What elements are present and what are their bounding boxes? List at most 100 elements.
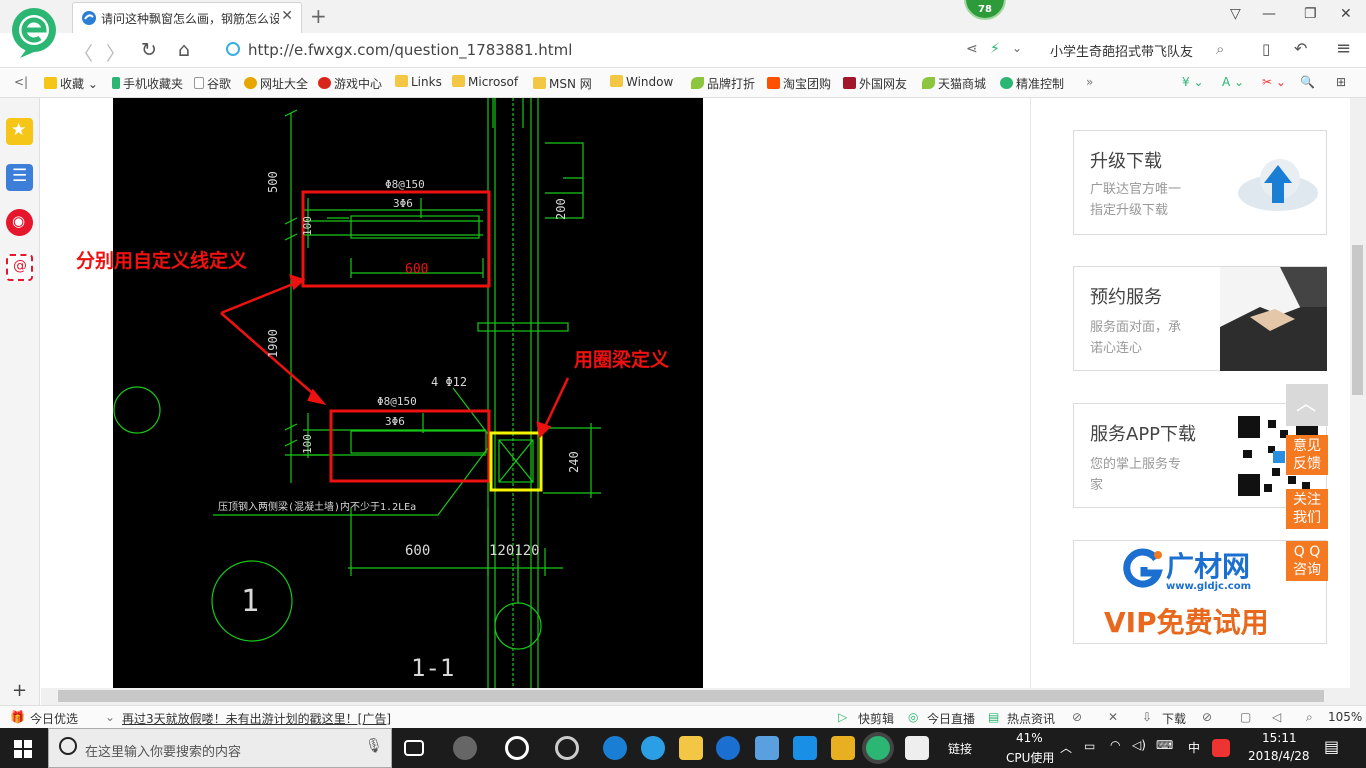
bookmark-item[interactable]: 网址大全 <box>244 75 308 92</box>
follow-label: 关注 <box>1293 492 1321 508</box>
menu-icon[interactable]: ≡ <box>1336 38 1351 59</box>
microphone-icon[interactable]: 🎙 <box>365 738 383 754</box>
ime-indicator[interactable]: 中 <box>1188 739 1200 756</box>
follow-us-button[interactable]: 关注 我们 <box>1286 489 1328 529</box>
bookmark-item[interactable]: 游戏中心 <box>318 75 382 92</box>
zoom-search-icon[interactable]: 🔍 <box>1300 75 1315 89</box>
mobile-icon[interactable]: ▯ <box>1262 40 1270 58</box>
title-bar: 请问这种飘窗怎么画，钢筋怎么设置 ✕ + 78 ▽ — ❐ ✕ <box>0 0 1366 33</box>
bookmark-item[interactable]: 淘宝团购 <box>767 75 831 92</box>
share-icon[interactable]: ⋖ <box>966 41 978 57</box>
bookmark-item[interactable]: 天猫商城 <box>922 75 986 92</box>
edge-icon[interactable] <box>603 736 627 760</box>
mode-dropdown-icon[interactable]: ⌄ <box>1012 41 1022 55</box>
speed-mode-icon[interactable]: ⚡ <box>990 41 1000 57</box>
window-icon[interactable]: ▢ <box>1240 710 1251 724</box>
home-icon[interactable]: ⌂ <box>178 39 190 61</box>
clock-date[interactable]: 2018/4/28 <box>1248 749 1310 763</box>
today-picks-link[interactable]: 今日优选 <box>30 710 78 727</box>
speed-icon[interactable]: ⊘ <box>1072 710 1082 724</box>
money-icon[interactable]: ¥ ⌄ <box>1182 75 1204 89</box>
task-view-icon[interactable] <box>404 740 424 756</box>
notepad-app-icon[interactable] <box>831 736 855 760</box>
apps-grid-icon[interactable]: ⊞ <box>1336 75 1346 89</box>
swirl-app-icon[interactable] <box>555 736 579 760</box>
tray-expand-icon[interactable]: ︿ <box>1060 739 1072 756</box>
more-bookmarks-icon[interactable]: » <box>1086 75 1093 89</box>
sidebar-toggle-icon[interactable]: <| <box>14 75 28 89</box>
add-sidebar-icon[interactable]: + <box>12 680 27 701</box>
translate-icon[interactable]: A ⌄ <box>1222 75 1244 89</box>
download-link[interactable]: 下载 <box>1162 710 1186 727</box>
wifi-icon[interactable]: ◠ <box>1110 738 1120 752</box>
action-center-icon[interactable]: ▤ <box>1324 737 1339 756</box>
keyboard-icon[interactable]: ⌨ <box>1156 738 1173 752</box>
bookmark-item[interactable]: 品牌打折 <box>691 75 755 92</box>
clock-time[interactable]: 15:11 <box>1262 731 1297 745</box>
search-box-text[interactable]: 小学生奇葩招式带飞队友 <box>1050 41 1193 60</box>
browser-tab[interactable]: 请问这种飘窗怎么画，钢筋怎么设置 ✕ <box>72 2 302 33</box>
browser-logo-icon[interactable] <box>10 6 58 58</box>
reader-list-icon[interactable]: ☰ <box>6 164 33 191</box>
mail-icon[interactable]: @ <box>6 254 33 281</box>
bookmark-item[interactable]: Microsof <box>452 75 518 89</box>
screenshot-icon[interactable]: ✂ ⌄ <box>1262 75 1286 89</box>
bookmark-item[interactable]: 谷歌 <box>194 75 231 92</box>
clean-icon[interactable]: ⊘ <box>1202 710 1212 724</box>
live-link[interactable]: 今日直播 <box>927 710 975 727</box>
new-tab-icon[interactable]: + <box>310 4 327 28</box>
appointment-service-card[interactable]: 预约服务 服务面对面，承 诺心连心 <box>1073 266 1327 371</box>
skin-icon[interactable]: ▽ <box>1230 6 1241 22</box>
feedback-button[interactable]: 意见 反馈 <box>1286 435 1328 475</box>
windows-start-icon[interactable] <box>14 740 32 758</box>
bookmark-item[interactable]: MSN 网 <box>533 75 592 92</box>
links-toolbar[interactable]: 链接 <box>948 740 972 757</box>
file-explorer-icon[interactable] <box>679 736 703 760</box>
volume-icon[interactable]: ◁) <box>1132 738 1146 752</box>
bookmark-item[interactable]: 精准控制 <box>1000 75 1064 92</box>
horizontal-scroll-thumb[interactable] <box>58 690 1324 702</box>
mute-icon[interactable]: ◁ <box>1272 710 1281 724</box>
taskbar-search-box[interactable]: 在这里输入你要搜索的内容 🎙 <box>48 728 392 768</box>
refresh-icon[interactable]: ↻ <box>141 39 157 61</box>
calculator-app-icon[interactable] <box>755 736 779 760</box>
restore-icon[interactable]: ❐ <box>1304 6 1317 22</box>
close-window-icon[interactable]: ✕ <box>1340 6 1352 22</box>
tab-close-icon[interactable]: ✕ <box>281 8 293 24</box>
zoom-level[interactable]: 105% <box>1328 710 1362 724</box>
back-icon[interactable]: 〈 <box>74 39 93 66</box>
battery-icon[interactable]: ▭ <box>1084 739 1095 753</box>
ie-icon[interactable] <box>641 736 665 760</box>
score-badge[interactable]: 78 <box>964 0 1006 20</box>
bookmark-item[interactable]: Window <box>610 75 673 89</box>
e-browser-icon[interactable] <box>505 736 529 760</box>
vertical-scroll-thumb[interactable] <box>1352 245 1363 395</box>
search-icon[interactable]: ⌕ <box>1216 40 1224 58</box>
back-to-top-button[interactable]: ︿ <box>1286 384 1328 426</box>
vertical-scrollbar[interactable] <box>1350 98 1366 706</box>
active-browser-icon[interactable] <box>866 736 890 760</box>
url-field[interactable]: http://e.fwxgx.com/question_1783881.html <box>218 38 1038 63</box>
plus-app-icon[interactable] <box>793 736 817 760</box>
tools-icon[interactable]: ✕ <box>1108 710 1118 724</box>
undo-icon[interactable]: ↶ <box>1294 39 1307 58</box>
minimize-icon[interactable]: — <box>1262 6 1276 22</box>
document-app-icon[interactable] <box>905 736 929 760</box>
bookmark-item[interactable]: 收藏 ⌄ <box>44 75 98 92</box>
bookmark-item[interactable]: 外国网友 <box>843 75 907 92</box>
pinwheel-app-icon[interactable] <box>453 736 477 760</box>
taskbar-search-placeholder: 在这里输入你要搜索的内容 <box>85 745 242 760</box>
bookmark-item[interactable]: 手机收藏夹 <box>112 75 183 92</box>
qq-consult-button[interactable]: Q Q 咨询 <box>1286 541 1328 581</box>
quick-edit-icon: ▷ <box>838 710 848 724</box>
favorites-star-icon[interactable]: ★ <box>6 118 33 145</box>
ad-link[interactable]: 再过3天就放假喽！未有出游计划的戳这里！[广告] <box>122 710 391 727</box>
weibo-icon[interactable]: ◉ <box>6 209 33 236</box>
forward-icon[interactable]: 〉 <box>106 39 125 66</box>
glodon-app-icon[interactable] <box>716 736 740 760</box>
news-link[interactable]: 热点资讯 <box>1007 710 1055 727</box>
bookmark-item[interactable]: Links <box>395 75 442 89</box>
sogou-ime-icon[interactable] <box>1212 739 1230 757</box>
upgrade-download-card[interactable]: 升级下载 广联达官方唯一 指定升级下载 <box>1073 130 1327 235</box>
quick-edit-link[interactable]: 快剪辑 <box>858 710 894 727</box>
